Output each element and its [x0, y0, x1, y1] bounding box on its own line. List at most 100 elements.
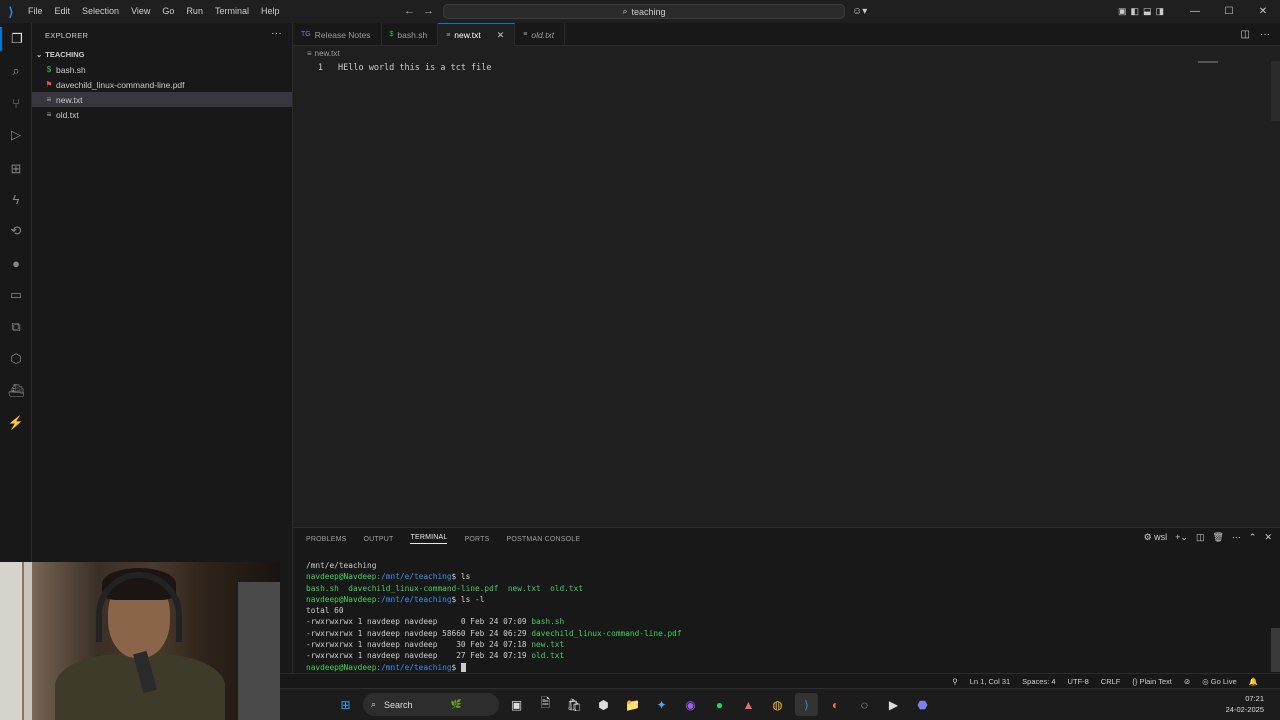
- file-explorer-icon[interactable]: 📁: [621, 693, 644, 716]
- box-icon[interactable]: ⬡: [0, 347, 32, 371]
- line-text[interactable]: HEllo world this is a tct file: [338, 63, 492, 73]
- no-problems-icon[interactable]: ⊘: [1184, 674, 1190, 689]
- extensions-icon[interactable]: ⊞: [0, 157, 32, 181]
- text-file-icon: ≡: [523, 31, 528, 38]
- menu-selection[interactable]: Selection: [76, 0, 125, 23]
- search-icon[interactable]: ⌕: [0, 59, 32, 83]
- start-icon[interactable]: ⊞: [334, 693, 357, 716]
- more-actions-icon[interactable]: ···: [271, 28, 282, 39]
- go-live-label: Go Live: [1210, 677, 1237, 686]
- tab-ports[interactable]: PORTS: [464, 536, 489, 543]
- settings-app-icon[interactable]: ⬢: [592, 693, 615, 716]
- tab-new-txt[interactable]: ≡ new.txt ✕: [438, 23, 516, 46]
- menu-edit[interactable]: Edit: [49, 0, 77, 23]
- tab-output[interactable]: OUTPUT: [364, 536, 394, 543]
- run-debug-icon[interactable]: ▷: [0, 123, 32, 147]
- toggle-panel-icon[interactable]: ⬓: [1143, 0, 1152, 23]
- new-terminal-icon[interactable]: +⌄: [1175, 532, 1188, 543]
- menu-view[interactable]: View: [125, 0, 156, 23]
- media-player-icon[interactable]: ▶: [882, 693, 905, 716]
- split-editor-icon[interactable]: ◫: [1241, 23, 1250, 46]
- menu-run[interactable]: Run: [180, 0, 209, 23]
- terminal-scrollbar[interactable]: [1271, 628, 1280, 672]
- toggle-sidebar-icon[interactable]: ◧: [1131, 0, 1140, 23]
- prompt-symbol: $: [451, 662, 457, 672]
- chrome-icon[interactable]: ◍: [766, 693, 789, 716]
- notifications-icon[interactable]: 🔔: [1249, 674, 1258, 689]
- file-item[interactable]: ≡ new.txt: [32, 92, 292, 107]
- more-actions-icon[interactable]: ···: [1260, 23, 1270, 46]
- file-icon[interactable]: 🗎: [534, 693, 557, 716]
- taskbar-search[interactable]: ⌕ Search 🌿: [363, 693, 499, 716]
- command-center-search[interactable]: ⌕ teaching: [443, 4, 845, 19]
- clock[interactable]: 07:21 24-02-2025: [1226, 693, 1264, 715]
- menu-help[interactable]: Help: [255, 0, 286, 23]
- more-actions-icon[interactable]: ···: [1232, 532, 1241, 543]
- ls-entry: old.txt: [550, 583, 583, 593]
- kill-terminal-icon[interactable]: 🗑: [1212, 532, 1223, 543]
- customize-layout-icon[interactable]: ▣: [1118, 0, 1127, 23]
- tab-bash-sh[interactable]: $ bash.sh: [382, 23, 439, 46]
- source-control-icon[interactable]: ⑂: [0, 91, 32, 115]
- folder-teaching[interactable]: ⌄ TEACHING: [32, 47, 292, 62]
- lightning-icon[interactable]: ⚡: [0, 411, 32, 435]
- tab-terminal[interactable]: TERMINAL: [410, 534, 448, 544]
- menu-terminal[interactable]: Terminal: [209, 0, 255, 23]
- teams-icon[interactable]: ⬣: [911, 693, 934, 716]
- tab-old-txt[interactable]: ≡ old.txt: [515, 23, 566, 46]
- close-tab-icon[interactable]: ✕: [497, 30, 505, 41]
- remote-explorer-icon[interactable]: ⟲: [0, 219, 32, 243]
- close-panel-icon[interactable]: ✕: [1264, 532, 1272, 543]
- tab-release-notes[interactable]: TG Release Notes: [293, 23, 382, 46]
- app-icon[interactable]: ▲: [737, 693, 760, 716]
- menu-file[interactable]: File: [22, 0, 49, 23]
- firefox-icon[interactable]: ◐: [824, 693, 847, 716]
- task-view-icon[interactable]: ▣: [505, 693, 528, 716]
- indentation[interactable]: Spaces: 4: [1022, 674, 1055, 689]
- cursor-position[interactable]: Ln 1, Col 31: [970, 674, 1010, 689]
- line-ending[interactable]: CRLF: [1101, 674, 1121, 689]
- encoding[interactable]: UTF-8: [1068, 674, 1089, 689]
- split-terminal-icon[interactable]: ◫: [1196, 532, 1205, 543]
- close-window-icon[interactable]: ✕: [1246, 0, 1280, 23]
- explorer-icon[interactable]: ❐: [0, 27, 32, 51]
- code-line[interactable]: 1 HEllo world this is a tct file: [293, 61, 1280, 74]
- breadcrumb-file[interactable]: new.txt: [315, 49, 340, 58]
- back-arrow-icon[interactable]: ←: [404, 0, 415, 23]
- tab-postman-console[interactable]: POSTMAN CONSOLE: [506, 536, 580, 543]
- file-item[interactable]: ≡ old.txt: [32, 107, 292, 122]
- recorder-icon[interactable]: ◌: [853, 693, 876, 716]
- shell-file-icon: $: [389, 31, 394, 38]
- spotify-icon[interactable]: ●: [708, 693, 731, 716]
- vscode-app-icon[interactable]: ⟩: [795, 693, 818, 716]
- go-live-button[interactable]: ◎ Go Live: [1202, 674, 1237, 689]
- maximize-icon[interactable]: ☐: [1212, 0, 1246, 23]
- ls-row-name: new.txt: [531, 640, 565, 650]
- remote-window-icon[interactable]: ⧉: [0, 315, 32, 339]
- podcast-icon[interactable]: ◉: [679, 693, 702, 716]
- docker-icon[interactable]: ⛴: [0, 379, 32, 403]
- minimize-icon[interactable]: —: [1178, 0, 1212, 23]
- toggle-secondary-sidebar-icon[interactable]: ◨: [1156, 0, 1165, 23]
- language-mode[interactable]: {} Plain Text: [1132, 674, 1171, 689]
- chevron-down-icon: ⌄: [36, 50, 43, 59]
- menu-go[interactable]: Go: [156, 0, 180, 23]
- postman-icon[interactable]: ●: [0, 251, 32, 275]
- chat-icon[interactable]: ▭: [0, 283, 32, 307]
- copilot-app-icon[interactable]: ✦: [650, 693, 673, 716]
- terminal-profile[interactable]: ⚙ wsl: [1144, 532, 1168, 543]
- file-item[interactable]: $ bash.sh: [32, 62, 292, 77]
- copilot-icon[interactable]: ☺▾: [852, 0, 867, 23]
- maximize-panel-icon[interactable]: ⌃: [1249, 532, 1257, 543]
- thunder-client-icon[interactable]: ϟ: [0, 187, 32, 211]
- terminal-output[interactable]: /mnt/e/teaching navdeep@Navdeep:/mnt/e/t…: [306, 560, 682, 673]
- forward-arrow-icon[interactable]: →: [423, 0, 434, 23]
- editor-area[interactable]: ≡ new.txt 1 HEllo world this is a tct fi…: [293, 46, 1280, 527]
- store-icon[interactable]: 🛍: [563, 693, 586, 716]
- pin-icon[interactable]: ⚲: [952, 674, 958, 689]
- editor-scrollbar[interactable]: [1271, 61, 1280, 121]
- tab-problems[interactable]: PROBLEMS: [306, 536, 347, 543]
- file-item[interactable]: ⚑ davechild_linux-command-line.pdf: [32, 77, 292, 92]
- taskbar-icons: ⊞ ⌕ Search 🌿 ▣ 🗎 🛍 ⬢ 📁 ✦ ◉ ● ▲ ◍ ⟩ ◐ ◌ ▶…: [334, 693, 934, 716]
- minimap[interactable]: [1198, 61, 1218, 63]
